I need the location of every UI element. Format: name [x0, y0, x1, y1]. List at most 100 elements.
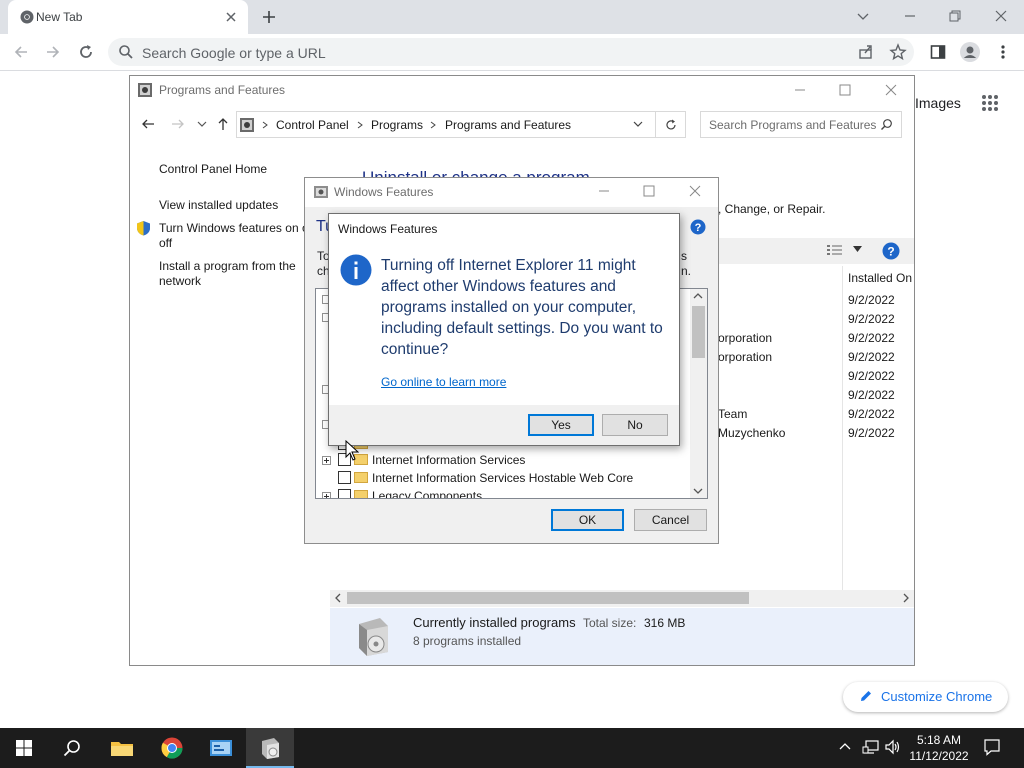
ok-button[interactable]: OK [551, 509, 624, 531]
install-from-network-link-line2[interactable]: network [159, 274, 201, 289]
svg-text:?: ? [695, 222, 702, 234]
file-explorer-button[interactable] [98, 728, 146, 768]
help-icon[interactable]: ? [690, 219, 706, 235]
close-icon[interactable] [224, 10, 238, 24]
chevron-up-icon[interactable] [838, 740, 852, 754]
row-installed-on: 9/2/2022 [848, 426, 895, 440]
features-description-tail2: n. [681, 264, 692, 278]
back-icon[interactable] [140, 116, 156, 132]
images-link[interactable]: Images [915, 95, 961, 111]
programs-features-taskbar-button[interactable] [246, 728, 294, 768]
breadcrumb-programs-features[interactable]: Programs and Features [445, 118, 571, 132]
row-installed-on: 9/2/2022 [848, 293, 895, 307]
no-button[interactable]: No [602, 414, 668, 436]
control-panel-taskbar-button[interactable] [197, 728, 245, 768]
row-installed-on: 9/2/2022 [848, 312, 895, 326]
minimize-icon[interactable] [792, 82, 808, 98]
subheading-text: , Change, or Repair. [718, 202, 826, 216]
window-close-icon[interactable] [687, 183, 703, 199]
taskbar-time: 5:18 AM [916, 733, 962, 747]
profile-avatar-icon[interactable] [960, 42, 980, 62]
breadcrumb-control-panel[interactable]: Control Panel [276, 118, 349, 132]
turn-features-link-line2[interactable]: off [159, 236, 172, 251]
scroll-down-icon[interactable] [693, 487, 703, 495]
search-icon[interactable] [880, 118, 893, 131]
help-icon[interactable]: ? [882, 242, 900, 260]
confirmation-title: Windows Features [338, 222, 438, 236]
search-taskbar-button[interactable] [48, 728, 96, 768]
google-apps-icon[interactable] [981, 94, 999, 112]
view-installed-updates-link[interactable]: View installed updates [159, 198, 278, 213]
scroll-left-icon[interactable] [334, 593, 342, 603]
windows-features-icon [313, 184, 329, 200]
shield-icon [136, 220, 151, 236]
omnibox-placeholder[interactable]: Search Google or type a URL [142, 45, 326, 61]
share-icon[interactable] [857, 43, 875, 61]
customize-chrome-label[interactable]: Customize Chrome [881, 689, 992, 704]
new-tab-button[interactable] [260, 8, 278, 26]
installed-on-header[interactable]: Installed On [848, 271, 912, 285]
forward-icon[interactable] [44, 43, 62, 61]
window-title: Programs and Features [159, 83, 286, 97]
row-publisher: Muzychenko [718, 426, 786, 440]
install-from-network-link[interactable]: Install a program from the [159, 259, 296, 274]
expand-icon[interactable] [322, 492, 331, 498]
confirmation-message: Turning off Internet Explorer 11 might a… [381, 257, 663, 358]
turn-features-link[interactable]: Turn Windows features on or [159, 221, 305, 236]
forward-icon[interactable] [170, 116, 186, 132]
tree-item-iis[interactable]: Internet Information Services [372, 453, 525, 467]
svg-text:?: ? [887, 245, 894, 259]
chevron-down-icon[interactable] [853, 246, 862, 252]
control-panel-home-link[interactable]: Control Panel Home [159, 162, 267, 177]
pencil-icon [859, 689, 873, 703]
search-icon [118, 44, 134, 60]
start-button[interactable] [0, 728, 48, 768]
window-close-icon[interactable] [883, 82, 899, 98]
notifications-icon[interactable] [983, 738, 1001, 756]
up-icon[interactable] [215, 116, 231, 132]
search-programs-placeholder[interactable]: Search Programs and Features [709, 118, 876, 132]
scroll-up-icon[interactable] [693, 292, 703, 300]
view-options-icon[interactable] [826, 243, 844, 257]
features-description-tail1: s [681, 249, 687, 263]
taskbar-date: 11/12/2022 [909, 749, 969, 763]
tab-search-icon[interactable] [855, 8, 871, 24]
recent-locations-icon[interactable] [197, 120, 207, 128]
learn-more-link[interactable]: Go online to learn more [381, 375, 506, 389]
maximize-icon[interactable] [837, 82, 853, 98]
maximize-icon[interactable] [641, 183, 657, 199]
refresh-button[interactable] [656, 111, 686, 138]
reload-icon[interactable] [77, 43, 95, 61]
menu-kebab-icon[interactable] [994, 43, 1012, 61]
expand-icon[interactable] [322, 456, 331, 465]
minimize-icon[interactable] [902, 8, 918, 24]
scroll-right-icon[interactable] [902, 593, 910, 603]
status-total-label: Total size: [583, 616, 637, 630]
row-installed-on: 9/2/2022 [848, 369, 895, 383]
chevron-right-icon [262, 121, 268, 129]
iis-hostable-checkbox[interactable] [338, 471, 351, 484]
bookmark-star-icon[interactable] [889, 43, 907, 61]
status-title: Currently installed programs [413, 615, 576, 630]
window-close-icon[interactable] [993, 8, 1009, 24]
legacy-components-checkbox[interactable] [338, 489, 351, 498]
list-toolbar [690, 238, 914, 264]
network-icon[interactable] [862, 739, 880, 755]
features-tree-scroll-thumb[interactable] [692, 306, 705, 358]
folder-icon [354, 472, 368, 483]
cancel-button[interactable]: Cancel [634, 509, 707, 531]
back-icon[interactable] [12, 43, 30, 61]
tree-item-legacy[interactable]: Legacy Components [372, 489, 482, 498]
breadcrumb-programs[interactable]: Programs [371, 118, 423, 132]
tree-item-iis-hostable[interactable]: Internet Information Services Hostable W… [372, 471, 633, 485]
yes-button[interactable]: Yes [528, 414, 594, 436]
minimize-icon[interactable] [596, 183, 612, 199]
chrome-taskbar-button[interactable] [148, 728, 196, 768]
folder-icon [354, 490, 368, 498]
taskbar-clock[interactable]: 5:18 AM 11/12/2022 [900, 732, 978, 764]
side-panel-icon[interactable] [929, 43, 947, 61]
chevron-down-icon[interactable] [632, 120, 644, 128]
row-installed-on: 9/2/2022 [848, 350, 895, 364]
horizontal-scroll-thumb[interactable] [347, 592, 749, 604]
restore-icon[interactable] [947, 8, 963, 24]
